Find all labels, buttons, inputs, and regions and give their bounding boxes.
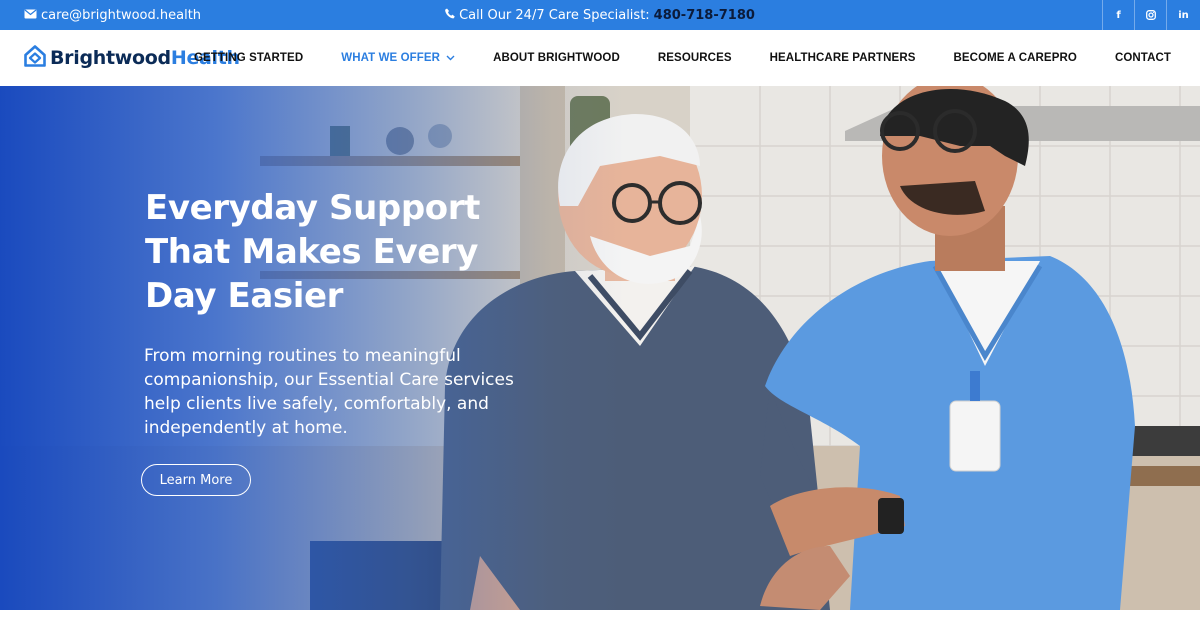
phone-contact: Call Our 24/7 Care Specialist: 480-718-7…: [0, 0, 1200, 30]
hero-section: Everyday Support That Makes Every Day Ea…: [0, 86, 1200, 610]
facebook-icon[interactable]: f: [1102, 0, 1134, 30]
phone-label: Call Our 24/7 Care Specialist:: [459, 7, 650, 23]
linkedin-icon[interactable]: in: [1166, 0, 1200, 30]
instagram-icon[interactable]: [1134, 0, 1166, 30]
social-links: f in: [1102, 0, 1200, 30]
hero-subtitle: From morning routines to meaningful comp…: [144, 346, 514, 438]
nav-item-contact[interactable]: CONTACT: [1115, 52, 1171, 64]
learn-more-button[interactable]: Learn More: [141, 464, 251, 496]
nav-item-healthcare-partners[interactable]: HEALTHCARE PARTNERS: [770, 52, 916, 64]
hero-title: Everyday Support That Makes Every Day Ea…: [145, 188, 480, 316]
bottom-strip: [0, 610, 1200, 628]
nav-item-resources[interactable]: RESOURCES: [658, 52, 732, 64]
nav-item-about-brightwood[interactable]: ABOUT BRIGHTWOOD: [493, 52, 620, 64]
phone-icon: [445, 8, 455, 23]
phone-number[interactable]: 480-718-7180: [654, 8, 755, 23]
nav-menu: GETTING STARTED WHAT WE OFFER ABOUT BRIG…: [194, 30, 1171, 86]
main-nav: BrightwoodHealth GETTING STARTED WHAT WE…: [0, 30, 1200, 86]
nav-item-getting-started[interactable]: GETTING STARTED: [194, 52, 303, 64]
nav-item-become-a-carepro[interactable]: BECOME A CAREPRO: [954, 52, 1077, 64]
top-bar: care@brightwood.health Call Our 24/7 Car…: [0, 0, 1200, 30]
nav-item-what-we-offer[interactable]: WHAT WE OFFER: [341, 52, 455, 64]
logo-house-icon: [24, 45, 46, 71]
chevron-down-icon: [446, 52, 455, 64]
